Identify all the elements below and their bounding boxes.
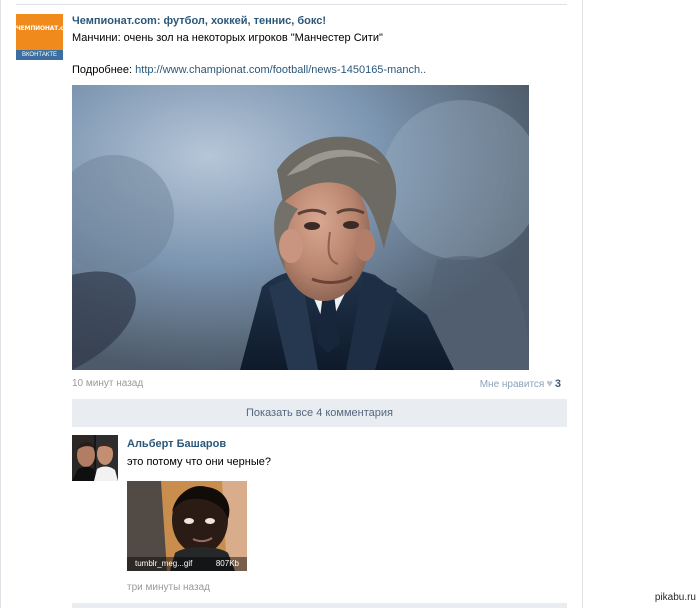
heart-icon: ♥ <box>546 378 553 390</box>
post-text: Манчини: очень зол на некоторых игроков … <box>72 32 383 44</box>
post-author-link[interactable]: Чемпионат.com: футбол, хоккей, теннис, б… <box>72 15 326 27</box>
community-avatar[interactable]: ЧЕМПИОНАТ.com ВКОНТАКТЕ <box>16 14 63 60</box>
pikabu-watermark: pikabu.ru <box>654 592 696 603</box>
page-left-border <box>0 0 1 608</box>
gif-caption: tumblr_meg...gif 807Kb <box>127 557 247 571</box>
page-right-border <box>582 0 583 608</box>
comment-time[interactable]: три минуты назад <box>127 582 210 593</box>
brand-logo: ЧЕМПИОНАТ.com <box>16 14 63 50</box>
man-portrait-photo <box>72 85 529 370</box>
feed-divider <box>16 4 567 5</box>
news-link[interactable]: http://www.championat.com/football/news-… <box>135 64 426 76</box>
like-control[interactable]: Мне нравится ♥ 3 <box>480 378 561 390</box>
post-photo[interactable] <box>72 85 529 370</box>
post-time[interactable]: 10 минут назад <box>72 378 143 389</box>
comment-input-bar[interactable] <box>72 603 567 608</box>
more-line: Подробнее: http://www.championat.com/foo… <box>72 64 426 76</box>
more-label: Подробнее: <box>72 64 133 76</box>
show-all-comments-button[interactable]: Показать все 4 комментария <box>72 399 567 427</box>
gif-size: 807Kb <box>215 559 239 568</box>
vk-logo: ВКОНТАКТЕ <box>16 50 63 60</box>
friends-photo-icon <box>72 435 118 481</box>
gif-attachment[interactable]: tumblr_meg...gif 807Kb <box>127 481 247 571</box>
comment-author-link[interactable]: Альберт Башаров <box>127 438 226 450</box>
like-count: 3 <box>554 378 561 390</box>
like-label: Мне нравится <box>479 379 545 390</box>
gif-filename: tumblr_meg...gif <box>135 559 193 568</box>
comment-text: это потому что они черные? <box>127 456 271 468</box>
comment-avatar[interactable] <box>72 435 118 481</box>
